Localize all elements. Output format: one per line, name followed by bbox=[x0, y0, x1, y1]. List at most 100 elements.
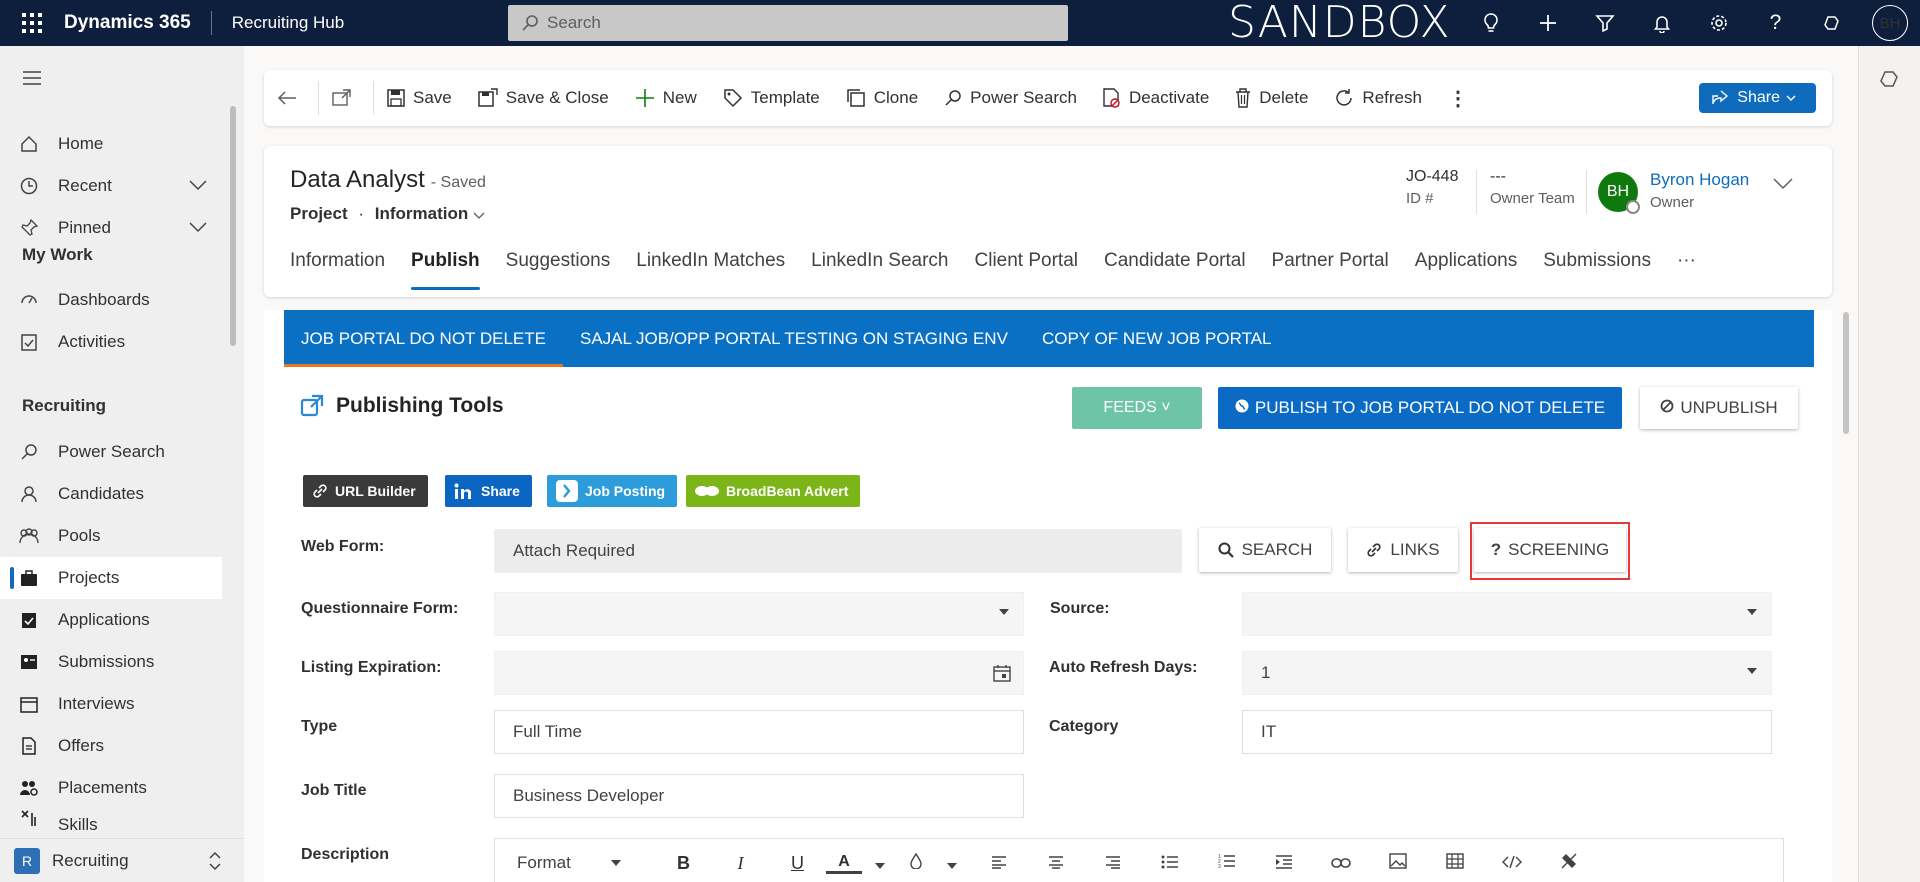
new-button[interactable]: New bbox=[622, 70, 710, 126]
numbered-list-icon[interactable]: 123 bbox=[1198, 853, 1255, 874]
hub-name[interactable]: Recruiting Hub bbox=[232, 13, 344, 33]
tab-publish[interactable]: Publish bbox=[411, 236, 480, 290]
clear-formatting-icon[interactable] bbox=[1540, 852, 1597, 875]
tab-linkedin-matches[interactable]: LinkedIn Matches bbox=[636, 236, 785, 290]
code-view-icon[interactable] bbox=[1483, 853, 1540, 874]
nav-scrollbar[interactable] bbox=[230, 106, 236, 346]
main-scrollbar[interactable] bbox=[1843, 312, 1849, 434]
more-tabs-button[interactable]: ··· bbox=[1677, 236, 1696, 290]
web-form-field[interactable]: Attach Required bbox=[494, 529, 1182, 573]
nav-power-search[interactable]: Power Search bbox=[0, 431, 222, 473]
deactivate-button[interactable]: Deactivate bbox=[1090, 70, 1222, 126]
template-button[interactable]: Template bbox=[710, 70, 833, 126]
chevron-down-icon[interactable] bbox=[473, 204, 485, 223]
nav-recent[interactable]: Recent bbox=[0, 165, 222, 207]
bullet-list-icon[interactable] bbox=[1141, 853, 1198, 874]
lightbulb-icon[interactable] bbox=[1462, 12, 1519, 34]
tab-candidate-portal[interactable]: Candidate Portal bbox=[1104, 236, 1246, 290]
nav-applications[interactable]: Applications bbox=[0, 599, 222, 641]
calendar-icon[interactable] bbox=[993, 664, 1011, 687]
auto-refresh-days-select[interactable]: 1 bbox=[1242, 651, 1772, 695]
filter-icon[interactable] bbox=[1576, 13, 1633, 33]
app-launcher-button[interactable] bbox=[0, 0, 64, 46]
align-right-icon[interactable] bbox=[1084, 853, 1141, 874]
plus-icon[interactable] bbox=[1519, 13, 1576, 33]
background-color-icon[interactable] bbox=[898, 852, 934, 874]
nav-pinned[interactable]: Pinned bbox=[0, 207, 222, 249]
image-icon[interactable] bbox=[1369, 852, 1426, 874]
user-avatar[interactable]: BH bbox=[1872, 5, 1908, 41]
tab-applications[interactable]: Applications bbox=[1415, 236, 1517, 290]
refresh-button[interactable]: Refresh bbox=[1321, 70, 1435, 126]
format-dropdown[interactable]: Format bbox=[505, 843, 635, 882]
power-search-button[interactable]: Power Search bbox=[931, 70, 1090, 126]
hamburger-icon[interactable] bbox=[22, 70, 42, 91]
copilot-icon[interactable] bbox=[1804, 13, 1861, 33]
nav-pools[interactable]: Pools bbox=[0, 515, 222, 557]
listing-expiration-date-input[interactable] bbox=[494, 651, 1024, 695]
tab-information[interactable]: Information bbox=[290, 236, 385, 290]
align-left-icon[interactable] bbox=[970, 853, 1027, 874]
bell-icon[interactable] bbox=[1633, 13, 1690, 33]
job-posting-button[interactable]: Job Posting bbox=[547, 475, 678, 507]
save-button[interactable]: Save bbox=[374, 70, 465, 126]
portal-tab-copy[interactable]: COPY OF NEW JOB PORTAL bbox=[1025, 310, 1289, 367]
url-builder-button[interactable]: URL Builder bbox=[303, 475, 428, 507]
share-button[interactable]: Share bbox=[1699, 83, 1816, 113]
clone-button[interactable]: Clone bbox=[833, 70, 931, 126]
portal-tab-job-portal[interactable]: JOB PORTAL DO NOT DELETE bbox=[284, 310, 563, 367]
publish-button[interactable]: PUBLISH TO JOB PORTAL DO NOT DELETE bbox=[1218, 387, 1622, 429]
linkedin-share-button[interactable]: Share bbox=[445, 475, 532, 507]
open-new-window-button[interactable] bbox=[319, 70, 373, 126]
nav-submissions[interactable]: Submissions bbox=[0, 641, 222, 683]
expand-header-button[interactable] bbox=[1772, 176, 1794, 196]
italic-button[interactable]: I bbox=[712, 853, 769, 874]
indent-icon[interactable] bbox=[1255, 853, 1312, 874]
tab-submissions[interactable]: Submissions bbox=[1543, 236, 1651, 290]
tab-linkedin-search[interactable]: LinkedIn Search bbox=[811, 236, 948, 290]
font-color-button[interactable]: A bbox=[826, 853, 862, 874]
type-field[interactable]: Full Time bbox=[494, 710, 1024, 754]
questionnaire-form-select[interactable] bbox=[494, 592, 1024, 636]
align-center-icon[interactable] bbox=[1027, 853, 1084, 874]
area-switcher[interactable]: R Recruiting bbox=[0, 838, 244, 882]
form-selector[interactable]: Information bbox=[375, 204, 469, 223]
tab-suggestions[interactable]: Suggestions bbox=[506, 236, 611, 290]
portal-tab-sajal[interactable]: SAJAL JOB/OPP PORTAL TESTING ON STAGING … bbox=[563, 310, 1025, 367]
global-search-input[interactable]: Search bbox=[508, 5, 1068, 41]
nav-home[interactable]: Home bbox=[0, 123, 222, 165]
feeds-dropdown-button[interactable]: FEEDS ˅ bbox=[1072, 387, 1202, 429]
owner-avatar[interactable]: BH bbox=[1598, 172, 1640, 214]
job-title-field[interactable]: Business Developer bbox=[494, 774, 1024, 818]
broadbean-advert-button[interactable]: BroadBean Advert bbox=[686, 475, 861, 507]
delete-button[interactable]: Delete bbox=[1222, 70, 1321, 126]
gear-icon[interactable] bbox=[1690, 13, 1747, 33]
nav-projects[interactable]: Projects bbox=[0, 557, 222, 599]
chevron-down-icon[interactable] bbox=[188, 176, 208, 196]
links-button[interactable]: LINKS bbox=[1348, 528, 1458, 572]
underline-button[interactable]: U bbox=[769, 853, 826, 874]
tab-partner-portal[interactable]: Partner Portal bbox=[1272, 236, 1389, 290]
save-close-button[interactable]: Save & Close bbox=[465, 70, 622, 126]
chevron-down-icon[interactable] bbox=[188, 218, 208, 238]
nav-offers[interactable]: Offers bbox=[0, 725, 222, 767]
link-icon[interactable] bbox=[1312, 853, 1369, 874]
nav-interviews[interactable]: Interviews bbox=[0, 683, 222, 725]
search-button[interactable]: SEARCH bbox=[1199, 528, 1331, 572]
bold-button[interactable]: B bbox=[655, 853, 712, 874]
nav-placements[interactable]: Placements bbox=[0, 767, 222, 809]
copilot-icon[interactable] bbox=[1879, 68, 1901, 95]
back-button[interactable] bbox=[264, 70, 318, 126]
background-color-caret-icon[interactable] bbox=[934, 853, 970, 874]
category-field[interactable]: IT bbox=[1242, 710, 1772, 754]
nav-activities[interactable]: Activities bbox=[0, 321, 222, 363]
unpublish-button[interactable]: UNPUBLISH bbox=[1640, 387, 1798, 429]
owner-name-link[interactable]: Byron Hogan bbox=[1650, 170, 1749, 190]
nav-candidates[interactable]: Candidates bbox=[0, 473, 222, 515]
table-icon[interactable] bbox=[1426, 852, 1483, 874]
nav-dashboards[interactable]: Dashboards bbox=[0, 279, 222, 321]
more-commands-button[interactable]: ⋮ bbox=[1435, 70, 1481, 126]
help-icon[interactable]: ? bbox=[1747, 11, 1804, 35]
font-color-caret-icon[interactable] bbox=[862, 853, 898, 874]
app-name[interactable]: Dynamics 365 bbox=[64, 12, 211, 34]
